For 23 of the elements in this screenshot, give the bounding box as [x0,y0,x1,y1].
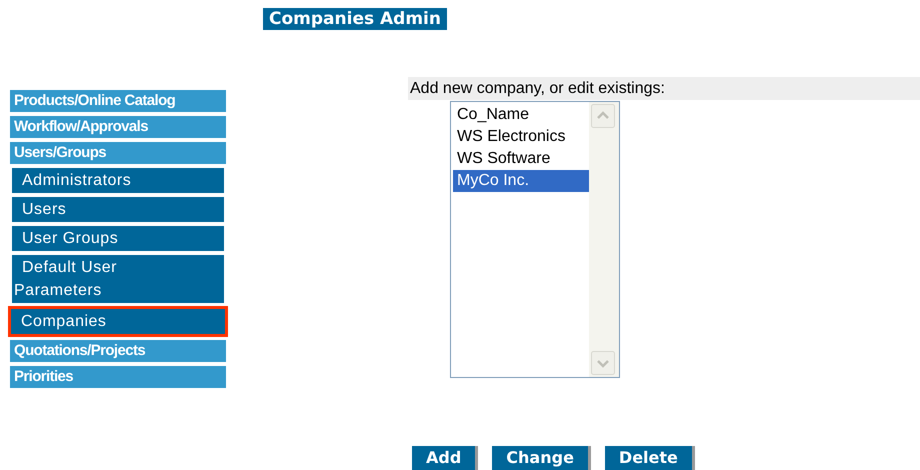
action-button[interactable]: Delete [604,446,695,470]
list-option[interactable]: WS Software [453,148,589,170]
sidebar-section[interactable]: Workflow/Approvals [10,116,226,138]
scroll-up-icon[interactable] [591,104,615,128]
sidebar-subitem[interactable]: User Groups [12,226,224,251]
action-button[interactable]: Change [492,446,591,470]
sidebar-subitem[interactable]: Administrators [12,168,224,193]
sidebar-section[interactable]: Users/Groups [10,142,226,164]
sidebar-subitem[interactable]: Default User Parameters [12,255,224,303]
sidebar-subitem[interactable]: Users [12,197,224,222]
page-title: Companies Admin [263,8,447,30]
action-button[interactable]: Add [412,446,478,470]
sidebar-section[interactable]: Products/Online Catalog [10,90,226,112]
sidebar-section[interactable]: Quotations/Projects [10,340,226,362]
form-label: Add new company, or edit existings: [408,77,920,100]
scrollbar[interactable] [589,102,619,377]
sidebar-subitem[interactable]: Companies [11,309,225,334]
list-option[interactable]: MyCo Inc. [453,170,589,192]
list-option[interactable]: Co_Name [453,104,589,126]
scroll-down-icon[interactable] [591,351,615,375]
sidebar-section[interactable]: Priorities [10,366,226,388]
company-listbox[interactable]: Co_Name WS Electronics WS Software MyCo Inc. [450,101,620,378]
list-option[interactable]: WS Electronics [453,126,589,148]
